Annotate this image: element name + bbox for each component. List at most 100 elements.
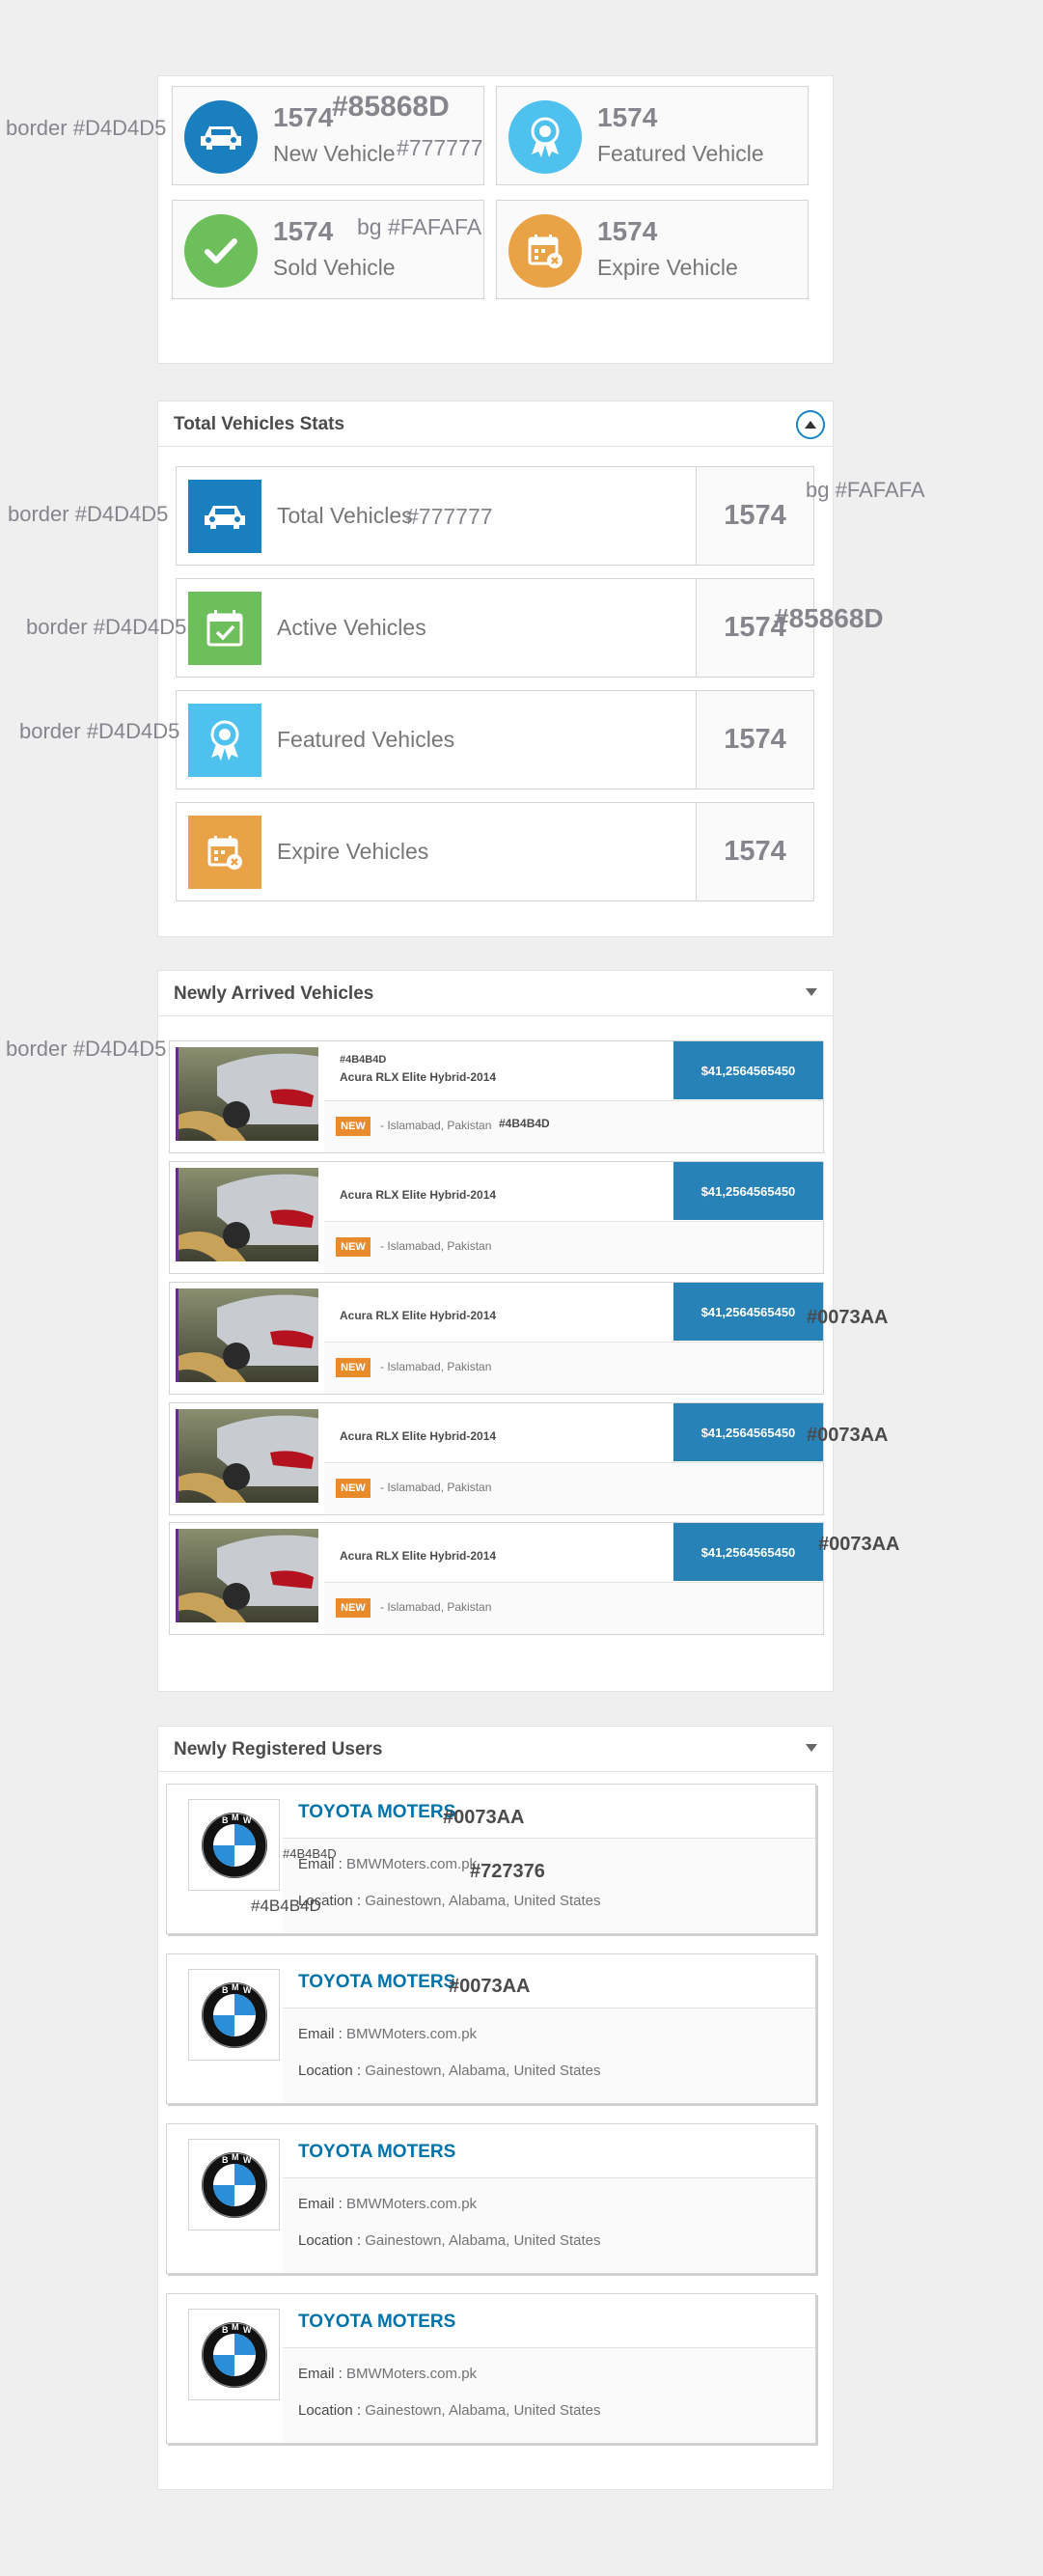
stat-row-value: 1574	[696, 467, 813, 565]
stat-row-label: Expire Vehicles	[277, 839, 429, 864]
annotation-bg: bg #FAFAFA	[806, 478, 925, 502]
panel-header: Total Vehicles Stats	[158, 402, 833, 447]
vehicle-list-item[interactable]: Acura RLX Elite Hybrid-2014 $41,256456545…	[169, 1282, 824, 1395]
vehicle-location: - Islamabad, Pakistan	[380, 1360, 492, 1373]
panel-title: Newly Registered Users	[174, 1739, 383, 1759]
vehicle-thumbnail[interactable]	[176, 1529, 318, 1622]
vehicle-location: - Islamabad, Pakistan	[380, 1239, 492, 1253]
user-details: Email : BMWMoters.com.pk Location : Gaine…	[283, 1838, 815, 1933]
vehicle-thumbnail[interactable]	[176, 1168, 318, 1261]
location-value: Gainestown, Alabama, United States	[365, 2063, 601, 2079]
vehicle-meta: NEW - Islamabad, Pakistan	[324, 1342, 823, 1394]
user-name[interactable]: TOYOTA MOTERS	[298, 2312, 455, 2333]
stat-row-featured[interactable]: Featured Vehicles 1574	[176, 690, 814, 789]
location-label: Location :	[298, 2402, 362, 2419]
vehicle-meta: NEW - Islamabad, Pakistan	[324, 1221, 823, 1273]
user-location: Location : Gainestown, Alabama, United S…	[298, 2232, 601, 2249]
annotation-accent: #0073AA	[818, 1534, 900, 1555]
email-label: Email :	[298, 2196, 343, 2212]
annotation-dark: #4B4B4D	[251, 1897, 321, 1915]
stat-row-value: 1574	[696, 803, 813, 900]
vehicle-meta: NEW - Islamabad, Pakistan	[324, 1100, 823, 1152]
email-value: BMWMoters.com.pk	[346, 1856, 478, 1872]
svg-text:B: B	[222, 2325, 229, 2335]
vehicle-thumbnail[interactable]	[176, 1047, 318, 1141]
annotation-dark: #4B4B4D	[283, 1846, 337, 1861]
user-name[interactable]: TOYOTA MOTERS	[298, 2142, 455, 2163]
annotation-accent: #0073AA	[807, 1425, 889, 1446]
stat-card-featured[interactable]: 1574 Featured Vehicle	[496, 86, 809, 185]
stat-value: 1574	[273, 102, 334, 132]
stat-card-expire[interactable]: 1574 Expire Vehicle	[496, 200, 809, 299]
vehicle-list-item[interactable]: Acura RLX Elite Hybrid-2014 $41,256456545…	[169, 1161, 824, 1274]
user-details: Email : BMWMoters.com.pk Location : Gaine…	[283, 2008, 815, 2103]
panel-header: Newly Registered Users	[158, 1727, 833, 1772]
new-badge: NEW	[336, 1117, 371, 1136]
svg-text:M: M	[232, 1982, 239, 1992]
user-name[interactable]: TOYOTA MOTERS	[298, 1802, 455, 1823]
svg-text:B: B	[222, 1815, 229, 1825]
vehicle-thumbnail[interactable]	[176, 1288, 318, 1382]
vehicle-location: - Islamabad, Pakistan	[380, 1481, 492, 1494]
svg-text:M: M	[232, 2152, 239, 2162]
email-value: BMWMoters.com.pk	[346, 2026, 478, 2042]
annotation-bg: bg #FAFAFA	[357, 214, 482, 239]
vehicle-name[interactable]: Acura RLX Elite Hybrid-2014	[340, 1070, 496, 1084]
avatar[interactable]: BMW	[188, 1799, 280, 1891]
email-value: BMWMoters.com.pk	[346, 2196, 478, 2212]
stat-row-label: Active Vehicles	[277, 615, 426, 640]
svg-text:B: B	[222, 2155, 229, 2165]
stat-row-expire[interactable]: Expire Vehicles 1574	[176, 802, 814, 901]
user-list-item[interactable]: B M W TOYOTA MOTERS Email : BMWMoters.com.pk…	[166, 2123, 816, 2274]
user-name[interactable]: TOYOTA MOTERS	[298, 1972, 455, 1993]
user-email: Email : BMWMoters.com.pk	[298, 2196, 477, 2212]
chevron-down-icon[interactable]	[806, 988, 817, 996]
user-location: Location : Gainestown, Alabama, United S…	[298, 2063, 601, 2079]
email-value: BMWMoters.com.pk	[346, 2366, 478, 2382]
new-badge: NEW	[336, 1598, 371, 1618]
location-label: Location :	[298, 2063, 362, 2079]
annotation-number-color: #85868D	[332, 91, 450, 123]
stat-label: Sold Vehicle	[273, 255, 396, 280]
award-ribbon-icon	[508, 100, 582, 174]
vehicle-list-item[interactable]: Acura RLX Elite Hybrid-2014 $41,256456545…	[169, 1040, 824, 1153]
avatar[interactable]: BMW	[188, 2309, 280, 2400]
collapse-button[interactable]	[796, 410, 825, 439]
stat-row-value: 1574	[696, 691, 813, 789]
car-icon	[184, 100, 258, 174]
chevron-down-icon[interactable]	[806, 1744, 817, 1752]
annotation-border: border #D4D4D5	[8, 502, 169, 526]
user-list-item[interactable]: B M W TOYOTA MOTERS Email : BMWMoters.com.pk…	[166, 2293, 816, 2444]
avatar[interactable]: BMW	[188, 2139, 280, 2230]
panel-title: Newly Arrived Vehicles	[174, 983, 374, 1004]
stat-row-total[interactable]: Total Vehicles 1574	[176, 466, 814, 566]
annotation-email-color: #727376	[470, 1861, 545, 1882]
annotation-border: border #D4D4D5	[19, 719, 180, 743]
annotation-dark: #4B4B4D	[340, 1054, 387, 1066]
stat-row-active[interactable]: Active Vehicles 1574	[176, 578, 814, 678]
user-location: Location : Gainestown, Alabama, United S…	[298, 2402, 601, 2419]
vehicle-name[interactable]: Acura RLX Elite Hybrid-2014	[340, 1309, 496, 1322]
vehicle-meta: NEW - Islamabad, Pakistan	[324, 1582, 823, 1634]
user-details: Email : BMWMoters.com.pk Location : Gaine…	[283, 2177, 815, 2273]
svg-text:W: W	[243, 2155, 252, 2165]
vehicle-list-item[interactable]: Acura RLX Elite Hybrid-2014 $41,256456545…	[169, 1522, 824, 1635]
annotation-accent: #0073AA	[449, 1976, 531, 1997]
svg-text:M: M	[232, 2322, 239, 2332]
avatar[interactable]: BMW	[188, 1969, 280, 2061]
vehicle-meta: NEW - Islamabad, Pakistan	[324, 1462, 823, 1514]
location-label: Location :	[298, 2232, 362, 2249]
vehicle-thumbnail[interactable]	[176, 1409, 318, 1503]
annotation-label-color: #777777	[406, 504, 493, 529]
bmw-logo-icon: BMW	[201, 1812, 267, 1878]
vehicle-price: $41,2564565450	[673, 1162, 823, 1220]
check-icon	[184, 214, 258, 288]
vehicle-name[interactable]: Acura RLX Elite Hybrid-2014	[340, 1549, 496, 1563]
chevron-up-icon	[805, 421, 816, 429]
vehicle-name[interactable]: Acura RLX Elite Hybrid-2014	[340, 1188, 496, 1202]
vehicle-list-item[interactable]: Acura RLX Elite Hybrid-2014 $41,256456545…	[169, 1402, 824, 1515]
annotation-accent: #0073AA	[443, 1807, 525, 1828]
vehicle-name[interactable]: Acura RLX Elite Hybrid-2014	[340, 1429, 496, 1443]
location-value: Gainestown, Alabama, United States	[365, 2232, 601, 2249]
vehicle-price: $41,2564565450	[673, 1403, 823, 1461]
